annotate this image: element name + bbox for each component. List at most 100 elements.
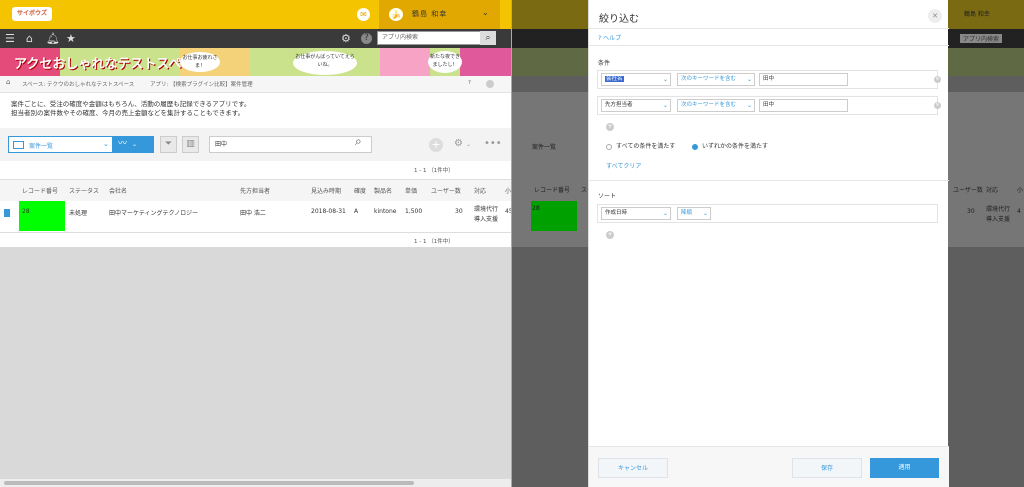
chevron-down-icon: ⌄ — [746, 76, 752, 83]
banner-art — [380, 48, 430, 76]
sort-order: 降順 — [681, 210, 693, 216]
clear-all-link[interactable]: すべてクリア — [606, 161, 641, 170]
horizontal-scrollbar[interactable] — [0, 479, 511, 487]
condition-value-input[interactable]: 田中 — [759, 73, 848, 86]
bell-icon[interactable]: 🔔︎ — [46, 31, 60, 46]
condition-operator-select[interactable]: 次のキーワードを含む ⌄ — [677, 99, 755, 112]
close-icon[interactable]: ✕ — [928, 9, 942, 23]
column-header[interactable]: 製品名 — [374, 186, 392, 195]
period-cell: 2018-08-31 — [311, 208, 346, 215]
help-link[interactable]: ? ヘルプ — [598, 33, 621, 42]
column-header[interactable]: ステータス — [69, 186, 99, 195]
dimmed-record-number: 28 — [532, 205, 540, 212]
filter-icon: ⏷ — [164, 139, 173, 149]
sort-row: 作成日時 ⌄ 降順 ⌄ — [597, 204, 938, 223]
match-any-radio[interactable]: いずれかの条件を満たす — [692, 141, 768, 150]
add-record-button[interactable]: + — [429, 138, 443, 152]
search-icon[interactable]: ⌕ — [480, 31, 496, 45]
chevron-down-icon: ⌄ — [662, 76, 668, 83]
column-header[interactable]: 単価 — [405, 186, 417, 195]
chevron-down-icon: ⌄ — [482, 8, 489, 17]
column-header[interactable]: 対応 — [474, 186, 486, 195]
match-all-radio[interactable]: すべての条件を満たす — [606, 141, 675, 150]
chevron-down-icon: ⌄ — [466, 141, 472, 148]
column-header[interactable]: 先方担当者 — [240, 186, 270, 195]
app-window: サイボウズ ✉ 🍌 鶴島 和幸 ⌄ ☰ ⌂ 🔔︎ ★ ⚙ ? アプリ内検索 ⌕ … — [0, 0, 512, 487]
banner-bubble: 新たな夜できましたし！ — [428, 51, 462, 73]
gear-icon[interactable]: ⚙ — [341, 31, 351, 46]
notification-icon[interactable]: ✉ — [357, 8, 370, 21]
breadcrumb: ⌂ スペース: テクウのおしゃれなテストスペース アプリ: 【検索プラグイン比較… — [0, 76, 511, 93]
dimmed-users: 30 — [967, 208, 975, 215]
record-detail-icon[interactable] — [4, 209, 10, 217]
condition-field-select[interactable]: 先方担当者 ⌄ — [601, 99, 671, 112]
dimmed-user-name: 鶴島 和幸 — [964, 11, 990, 18]
bar-chart-icon: ▥ — [186, 139, 195, 149]
keyword-search-input[interactable]: 田中 — [209, 136, 372, 153]
status-cell: 未処理 — [69, 210, 88, 217]
description-line: 担当者別の案件数やその確度、今月の売上金額などを集計することもできます。 — [11, 109, 245, 117]
home-icon[interactable]: ⌂ — [26, 31, 33, 46]
sort-field: 作成日時 — [605, 210, 628, 216]
operator-label: 次のキーワードを含む — [681, 76, 737, 82]
sort-order-select[interactable]: 降順 ⌄ — [677, 207, 711, 220]
nav-bar: ☰ ⌂ 🔔︎ ★ ⚙ ? アプリ内検索 ⌕ — [0, 29, 511, 48]
user-name: 鶴島 和幸 — [412, 10, 448, 18]
column-header[interactable]: 見込み時期 — [311, 186, 341, 195]
more-icon[interactable]: ••• — [484, 138, 502, 149]
dimmed-support: 環境代行 — [986, 206, 1011, 213]
dimmed-support: 導入支援 — [986, 216, 1011, 223]
radio-off-icon — [606, 143, 612, 150]
condition-operator-select[interactable]: 次のキーワードを含む ⌄ — [677, 73, 755, 86]
record-number: 28 — [22, 208, 30, 215]
empty-area — [0, 247, 511, 479]
column-header[interactable]: ユーザー数 — [431, 186, 461, 195]
record-number-cell: 28 — [19, 201, 65, 231]
view-selector[interactable]: 案件一覧 ⌄ — [8, 136, 113, 153]
breadcrumb-space[interactable]: スペース: テクウのおしゃれなテストスペース — [22, 80, 134, 88]
filter-button[interactable]: ⏷ — [160, 136, 177, 153]
dimmed-small: 4 — [1017, 208, 1021, 215]
app-search-input[interactable]: アプリ内検索 — [377, 31, 481, 45]
sort-field-select[interactable]: 作成日時 ⌄ — [601, 207, 671, 220]
dimmed-view-label: 案件一覧 — [532, 144, 557, 151]
cybozu-logo[interactable]: サイボウズ — [12, 7, 52, 21]
column-header[interactable]: レコード番号 — [22, 186, 58, 195]
chevron-down-icon: ⌄ — [662, 210, 668, 217]
user-menu[interactable]: 🍌 鶴島 和幸 ⌄ — [379, 0, 500, 29]
add-condition-icon[interactable]: + — [606, 123, 614, 131]
column-header[interactable]: 確度 — [354, 186, 366, 195]
chevron-down-icon: ⌄ — [132, 141, 138, 148]
remove-condition-icon[interactable]: × — [934, 76, 941, 83]
gear-icon[interactable]: ⚙ — [454, 138, 463, 149]
column-header[interactable]: 小 — [505, 186, 511, 195]
graph-button[interactable]: 〰 ⌄ — [113, 136, 154, 153]
dialog-title: 絞り込む — [599, 14, 639, 25]
breadcrumb-app[interactable]: アプリ: 【検索プラグイン比較】案件管理 — [150, 80, 253, 88]
condition-value-input[interactable]: 田中 — [759, 99, 848, 112]
info-icon[interactable] — [486, 80, 494, 88]
home-icon[interactable]: ⌂ — [6, 78, 10, 86]
table-header: レコード番号 ステータス 会社名 先方担当者 見込み時期 確度 製品名 単価 ユ… — [0, 179, 511, 202]
column-header[interactable]: 会社名 — [109, 186, 127, 195]
menu-icon[interactable]: ☰ — [5, 31, 15, 46]
condition-field-select[interactable]: 会社名 ⌄ — [601, 73, 671, 86]
graph-summary-button[interactable]: ▥ — [182, 136, 199, 153]
star-icon[interactable]: ★ — [66, 31, 76, 46]
table-row[interactable]: 28 未処理 田中マーケティングテクノロジー 田中 浩二 2018-08-31 … — [0, 201, 511, 233]
apply-button[interactable]: 適用 — [870, 458, 939, 478]
help-icon[interactable]: ? — [361, 33, 372, 44]
search-icon[interactable]: ⌕ — [355, 134, 362, 149]
field-name: 先方担当者 — [605, 102, 633, 108]
banner-bubble: お仕事がんばっていてえらいね。 — [293, 51, 357, 75]
add-sort-icon[interactable]: + — [606, 231, 614, 239]
scroll-thumb[interactable] — [4, 481, 414, 485]
save-button[interactable]: 保存 — [792, 458, 862, 478]
remove-condition-icon[interactable]: × — [934, 102, 941, 109]
cancel-button[interactable]: キャンセル — [598, 458, 668, 478]
user-avatar: 🍌 — [389, 8, 403, 21]
match-any-label: いずれかの条件を満たす — [702, 143, 769, 150]
list-view-icon — [13, 141, 24, 149]
help-icon[interactable]: ? — [468, 80, 471, 86]
dimmed-column-header: 対応 — [986, 187, 999, 194]
